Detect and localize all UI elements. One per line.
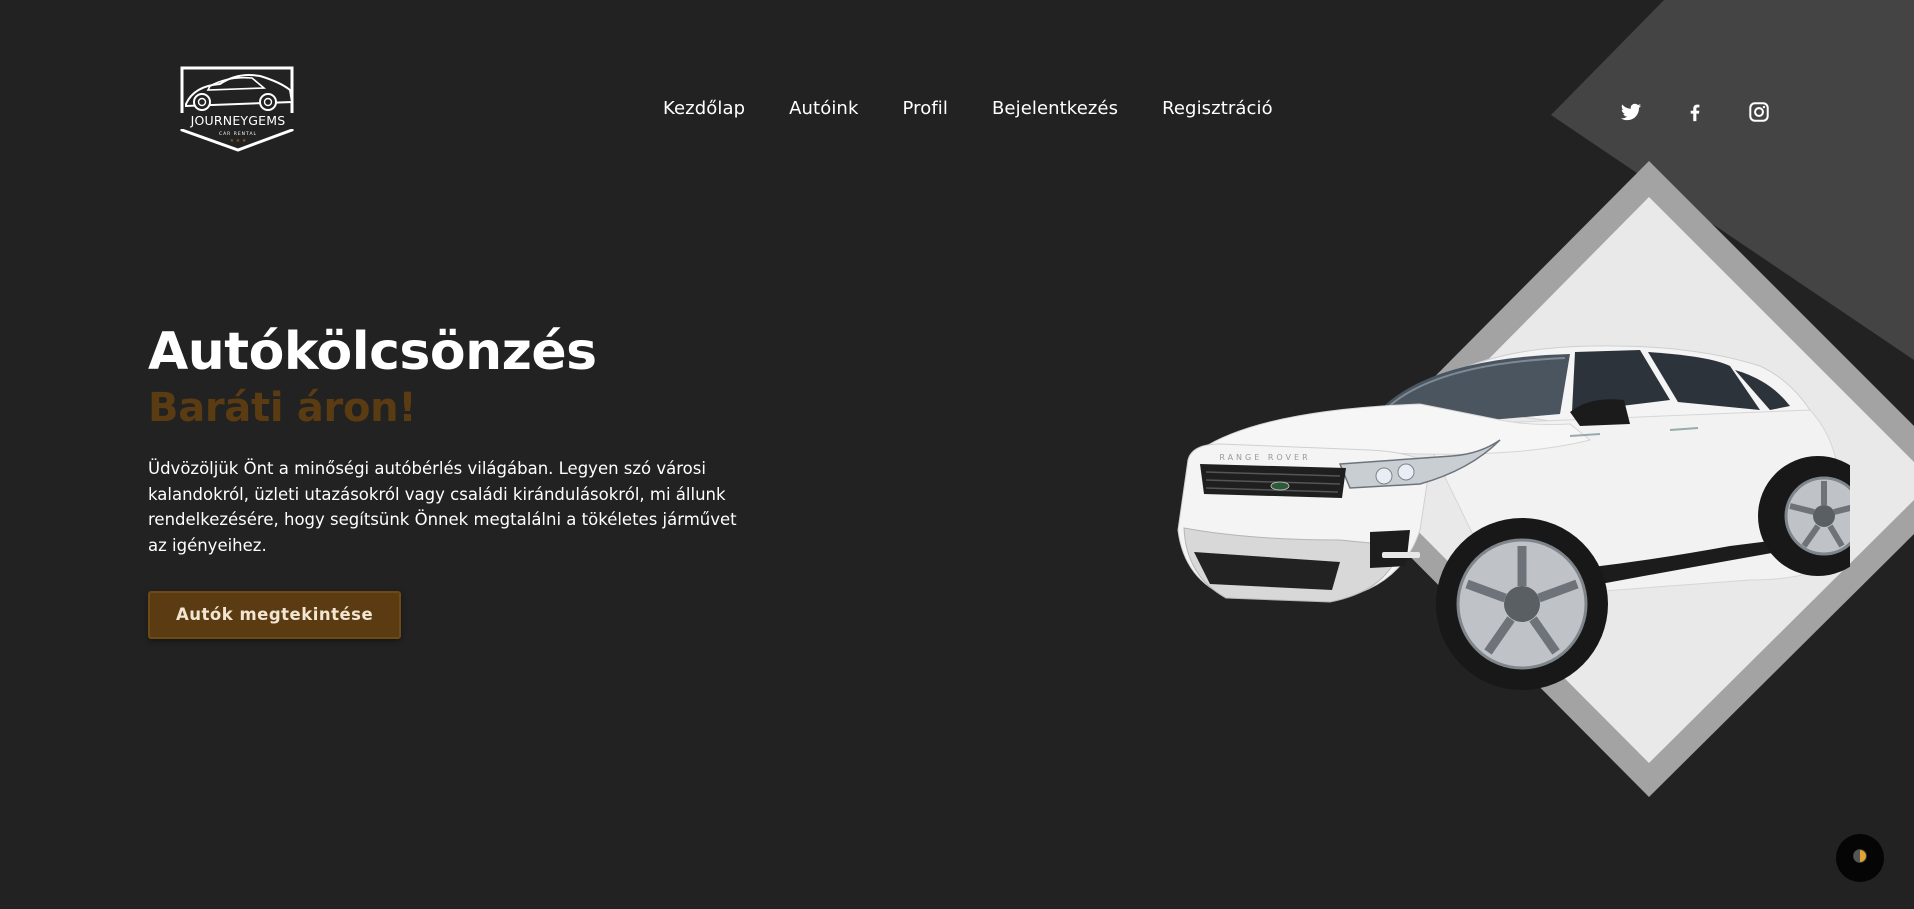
twitter-icon[interactable] (1619, 100, 1643, 124)
brand-name: JOURNEYGEMS (190, 113, 286, 128)
grille-lettering: RANGE ROVER (1219, 453, 1310, 462)
facebook-icon[interactable] (1683, 100, 1707, 124)
nav-item-home[interactable]: Kezdőlap (663, 98, 745, 119)
view-cars-button[interactable]: Autók megtekintése (148, 591, 402, 639)
social-links (1619, 100, 1771, 124)
main-nav: Kezdőlap Autóink Profil Bejelentkezés Re… (663, 98, 1273, 119)
hero-title: Autókölcsönzés (148, 322, 597, 382)
hero-section: Autókölcsönzés Baráti áron! Üdvözöljük Ö… (148, 320, 768, 639)
nav-item-register[interactable]: Regisztráció (1162, 98, 1273, 119)
brand-logo[interactable]: JOURNEYGEMS CAR RENTAL ★ ★ ★ (168, 64, 308, 154)
nav-item-login[interactable]: Bejelentkezés (992, 98, 1118, 119)
hero-description: Üdvözöljük Önt a minőségi autóbérlés vil… (148, 459, 737, 555)
nav-item-cars[interactable]: Autóink (789, 98, 858, 119)
page: JOURNEYGEMS CAR RENTAL ★ ★ ★ Kezdőlap Au… (0, 0, 1914, 909)
theme-toggle-button[interactable] (1836, 834, 1884, 882)
nav-item-profile[interactable]: Profil (902, 98, 948, 119)
car-image: RANGE ROVER (1170, 340, 1850, 700)
brand-tagline: CAR RENTAL (219, 131, 257, 137)
brand-stars: ★ ★ ★ (230, 138, 247, 144)
hero-subtitle: Baráti áron! (148, 385, 417, 431)
instagram-icon[interactable] (1747, 100, 1771, 124)
half-moon-icon (1852, 848, 1868, 868)
